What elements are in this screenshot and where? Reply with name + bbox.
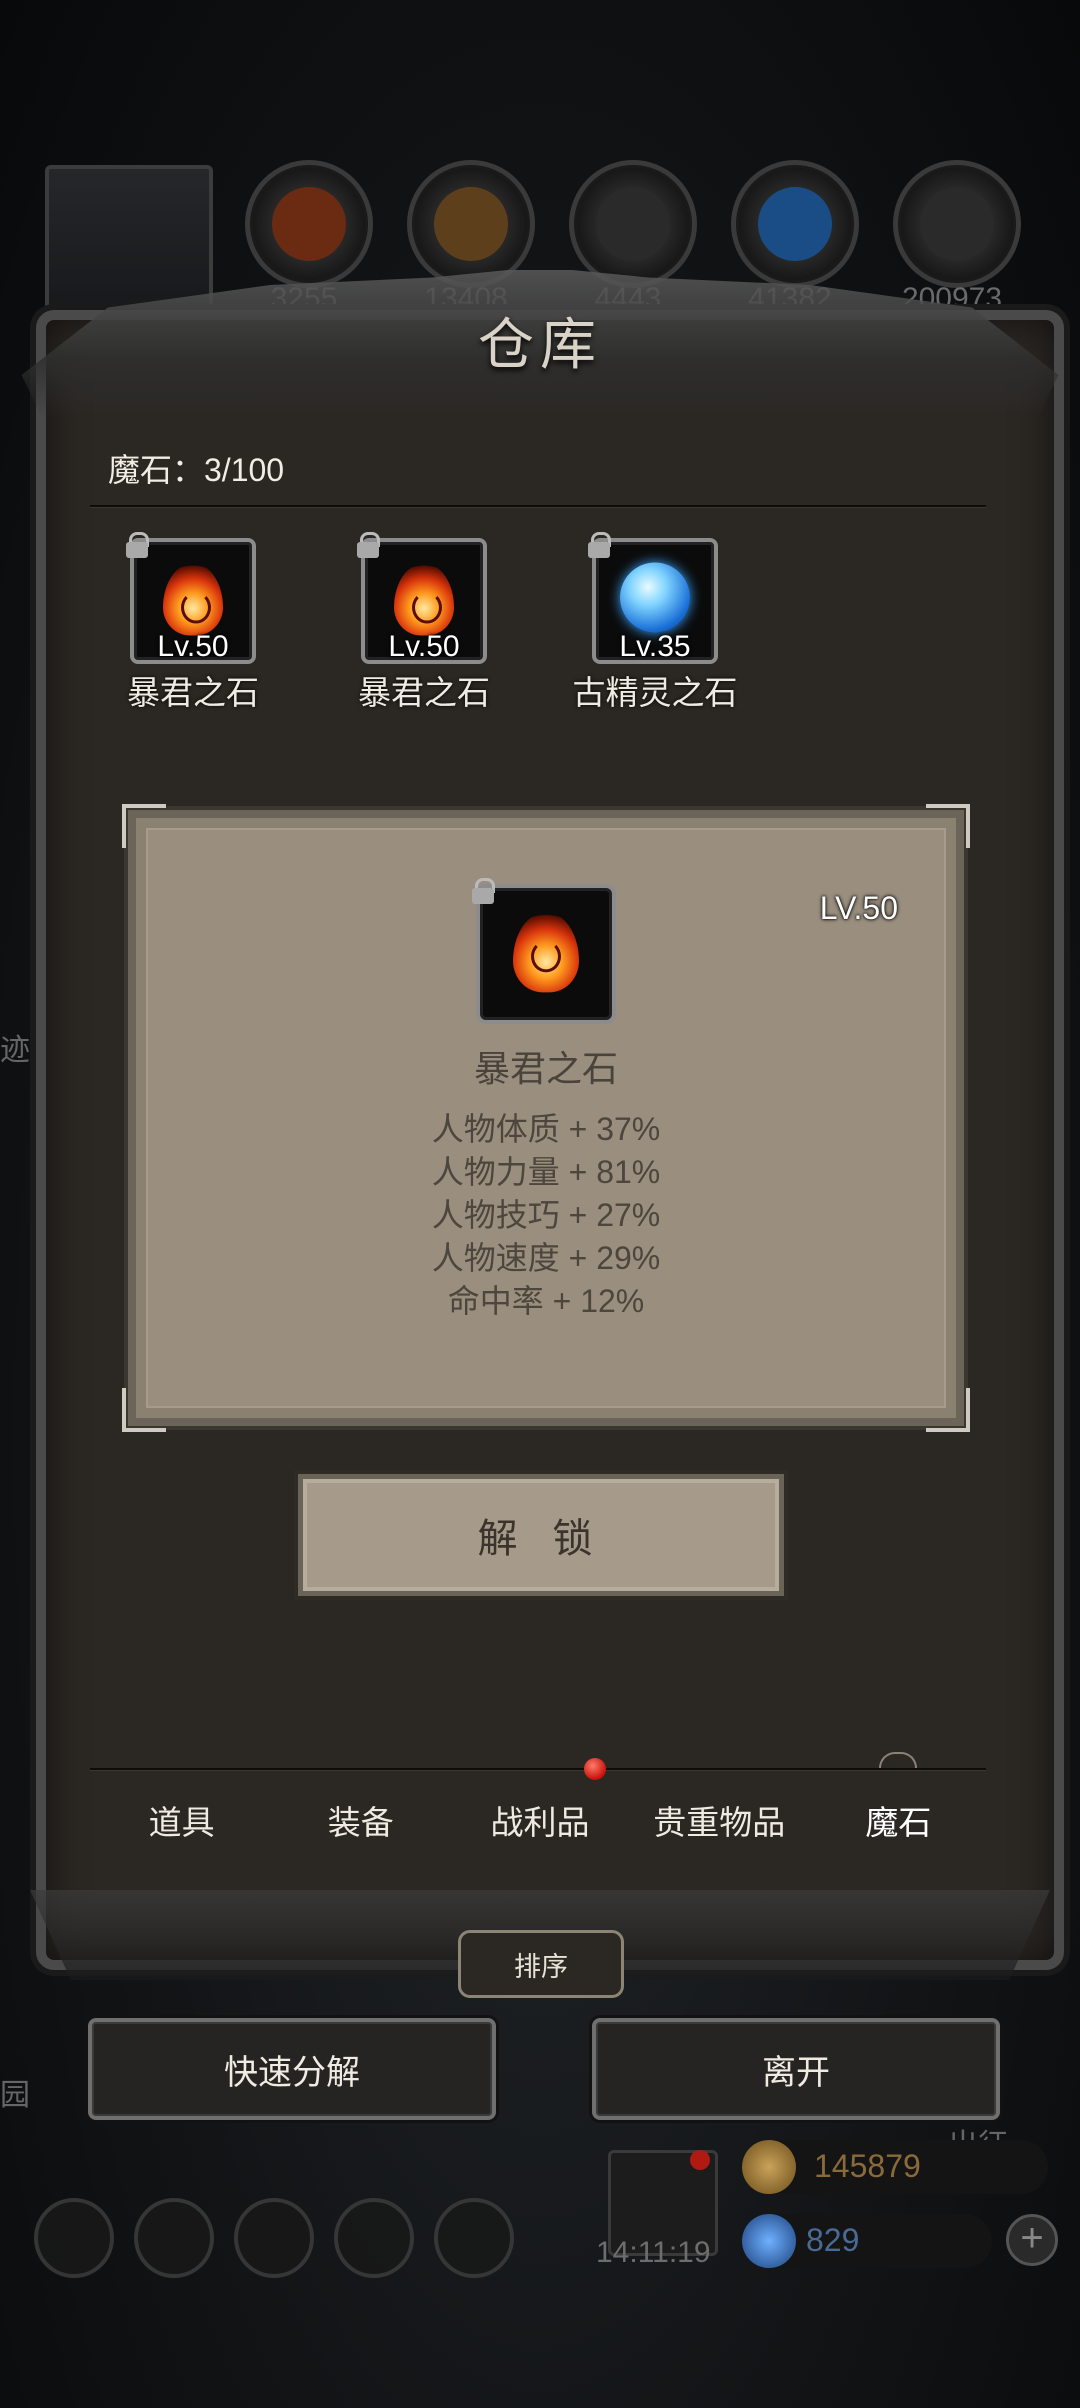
lock-icon xyxy=(124,532,150,558)
item-detail-card: LV.50 暴君之石 人物体质 + 37% 人物力量 + 81% 人物技巧 + … xyxy=(122,804,970,1432)
tab-magic-stones[interactable]: 魔石 xyxy=(809,1770,988,1870)
stat-line: 人物技巧 + 27% xyxy=(431,1197,661,1233)
mail-icon xyxy=(334,2198,414,2278)
fire-stone-icon xyxy=(394,563,454,636)
tab-valuables[interactable]: 贵重物品 xyxy=(630,1770,809,1870)
item-name: 暴君之石 xyxy=(127,674,259,711)
inventory-item[interactable]: Lv.50 暴君之石 xyxy=(88,532,298,714)
stat-line: 人物体质 + 37% xyxy=(431,1111,661,1147)
detail-level: LV.50 xyxy=(819,890,898,926)
stat-list: 人物体质 + 37% 人物力量 + 81% 人物技巧 + 27% 人物速度 + … xyxy=(136,1108,956,1323)
background-label: 园 xyxy=(0,2079,30,2112)
settings-icon xyxy=(34,2198,114,2278)
magic-stone-count: 魔石：3/100 xyxy=(108,452,285,488)
stat-line: 人物速度 + 29% xyxy=(431,1240,661,1276)
notification-dot xyxy=(690,2150,710,2170)
detail-item-slot xyxy=(472,878,616,1024)
item-name: 暴君之石 xyxy=(358,674,490,711)
fire-stone-icon xyxy=(513,912,579,993)
card-corner xyxy=(122,804,166,848)
card-corner xyxy=(926,804,970,848)
item-slot: Lv.35 xyxy=(588,532,718,664)
tab-items[interactable]: 道具 xyxy=(92,1770,271,1870)
gift-timer: 14:11:19 xyxy=(596,2236,711,2269)
inventory-item[interactable]: Lv.50 暴君之石 xyxy=(319,532,529,714)
map-icon xyxy=(434,2198,514,2278)
stat-line: 命中率 + 12% xyxy=(447,1283,645,1319)
quick-decompose-button[interactable]: 快速分解 xyxy=(88,2018,496,2120)
item-level: Lv.35 xyxy=(619,630,691,663)
card-corner xyxy=(122,1388,166,1432)
gold-value: 145879 xyxy=(814,2148,921,2184)
panel-title: 仓库 xyxy=(478,315,602,377)
unlock-button[interactable]: 解 锁 xyxy=(298,1474,784,1596)
card-corner xyxy=(926,1388,970,1432)
guild-icon xyxy=(234,2198,314,2278)
tab-label: 装备 xyxy=(327,1804,394,1841)
sort-button[interactable]: 排序 xyxy=(458,1930,624,1998)
gem-value: 829 xyxy=(806,2222,860,2258)
add-currency-icon: + xyxy=(1006,2214,1058,2266)
item-name: 古精灵之石 xyxy=(572,674,738,711)
lock-icon xyxy=(586,532,612,558)
detail-item-name: 暴君之石 xyxy=(473,1048,618,1089)
lock-icon xyxy=(355,532,381,558)
tab-equipment[interactable]: 装备 xyxy=(271,1770,450,1870)
tab-label: 战利品 xyxy=(490,1804,590,1841)
meat-resource-icon xyxy=(245,160,373,288)
stat-line: 人物力量 + 81% xyxy=(431,1154,661,1190)
crystal-resource-icon xyxy=(731,160,859,288)
gold-coin-icon xyxy=(742,2140,796,2194)
notification-badge xyxy=(583,1758,606,1780)
inventory-item[interactable]: Lv.35 古精灵之石 xyxy=(550,532,760,714)
background-label: 迹 xyxy=(0,1034,30,1067)
tab-loot[interactable]: 战利品 xyxy=(450,1758,629,1870)
leave-button[interactable]: 离开 xyxy=(592,2018,1000,2120)
fire-stone-icon xyxy=(163,563,223,636)
wood-resource-icon xyxy=(407,160,535,288)
gem-icon xyxy=(742,2214,796,2268)
item-slot: Lv.50 xyxy=(357,532,487,664)
item-slot: Lv.50 xyxy=(126,532,256,664)
spirit-orb-icon xyxy=(620,562,690,633)
iron-resource-icon xyxy=(569,160,697,288)
lock-icon xyxy=(470,878,496,904)
tab-label: 魔石 xyxy=(865,1804,932,1841)
tab-label: 道具 xyxy=(148,1804,215,1841)
achievement-icon xyxy=(134,2198,214,2278)
item-level: Lv.50 xyxy=(157,630,229,663)
category-tabs: 道具 装备 战利品 贵重物品 魔石 xyxy=(92,1758,988,1870)
item-level: Lv.50 xyxy=(388,630,460,663)
stone-resource-icon xyxy=(893,160,1021,288)
tab-label: 贵重物品 xyxy=(653,1804,786,1841)
divider xyxy=(90,505,986,507)
